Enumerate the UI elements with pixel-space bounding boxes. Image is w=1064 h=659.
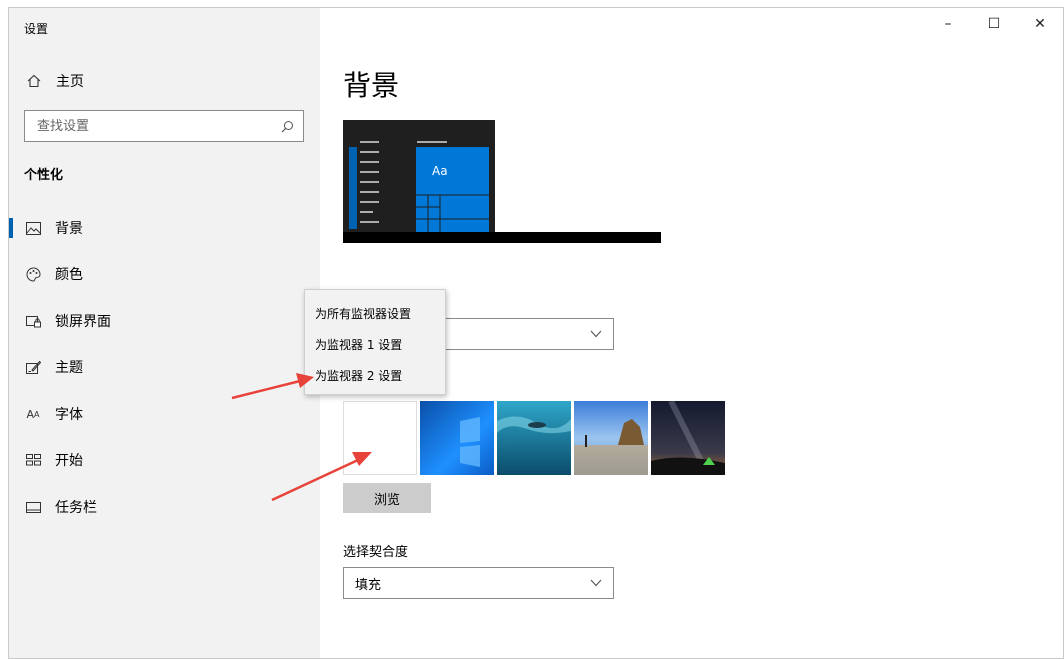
monitor-context-menu: 为所有监视器设置 为监视器 1 设置 为监视器 2 设置 <box>304 289 446 395</box>
sidebar-item-label: 背景 <box>55 221 83 237</box>
sidebar: 设置 主页 个性化 背景 颜色 <box>9 8 320 658</box>
sidebar-item-lock-screen[interactable]: 锁屏界面 <box>9 303 320 339</box>
close-button[interactable]: ✕ <box>1017 8 1063 40</box>
start-icon <box>25 452 41 468</box>
menu-item-set-monitor-1[interactable]: 为监视器 1 设置 <box>305 329 445 360</box>
preview-tile-text: Aa <box>432 164 448 178</box>
search-icon[interactable] <box>279 118 295 134</box>
theme-icon <box>25 359 41 375</box>
picture-thumbnail[interactable] <box>420 401 494 475</box>
desktop-preview-image <box>343 120 661 243</box>
picture-thumbnail[interactable] <box>651 401 725 475</box>
sidebar-item-themes[interactable]: 主题 <box>9 349 320 385</box>
fit-value: 填充 <box>355 577 382 593</box>
sidebar-item-start[interactable]: 开始 <box>9 442 320 478</box>
chevron-down-icon <box>589 576 603 590</box>
picture-thumbnail[interactable] <box>574 401 648 475</box>
sidebar-item-label: 开始 <box>55 453 83 469</box>
minimize-button[interactable]: – <box>925 8 971 40</box>
nav-home[interactable]: 主页 <box>9 66 320 96</box>
window-controls: – ☐ ✕ <box>925 8 1063 40</box>
sidebar-item-fonts[interactable]: AA 字体 <box>9 396 320 432</box>
palette-icon <box>25 266 41 282</box>
home-icon <box>26 73 42 89</box>
fit-dropdown[interactable]: 填充 <box>343 567 614 599</box>
sidebar-item-background[interactable]: 背景 <box>9 210 320 246</box>
sidebar-item-colors[interactable]: 颜色 <box>9 256 320 292</box>
picture-thumbnails <box>343 401 725 475</box>
taskbar-icon <box>25 499 41 515</box>
font-icon: AA <box>26 407 40 421</box>
sidebar-item-label: 字体 <box>55 407 83 423</box>
sidebar-item-taskbar[interactable]: 任务栏 <box>9 489 320 525</box>
picture-icon <box>25 220 41 236</box>
sidebar-item-label: 锁屏界面 <box>55 314 111 330</box>
picture-thumbnail[interactable] <box>343 401 417 475</box>
chevron-down-icon <box>589 327 603 341</box>
picture-thumbnail[interactable] <box>497 401 571 475</box>
sidebar-item-label: 颜色 <box>55 267 83 283</box>
sidebar-item-label: 任务栏 <box>55 500 97 516</box>
menu-item-set-all-monitors[interactable]: 为所有监视器设置 <box>305 298 445 329</box>
menu-item-set-monitor-2[interactable]: 为监视器 2 设置 <box>305 360 445 391</box>
sidebar-item-label: 主题 <box>55 360 83 376</box>
nav-home-label: 主页 <box>56 74 84 90</box>
search-input[interactable] <box>25 118 279 134</box>
browse-button[interactable]: 浏览 <box>343 483 431 513</box>
page-title: 背景 <box>343 69 400 102</box>
section-title: 个性化 <box>24 168 64 183</box>
fit-label: 选择契合度 <box>343 545 409 560</box>
maximize-button[interactable]: ☐ <box>971 8 1017 40</box>
window-title: 设置 <box>24 22 49 36</box>
search-box[interactable] <box>24 110 304 142</box>
settings-window: 设置 主页 个性化 背景 颜色 <box>8 7 1064 659</box>
desktop-preview: Aa <box>343 120 663 249</box>
lock-screen-icon <box>25 313 41 329</box>
